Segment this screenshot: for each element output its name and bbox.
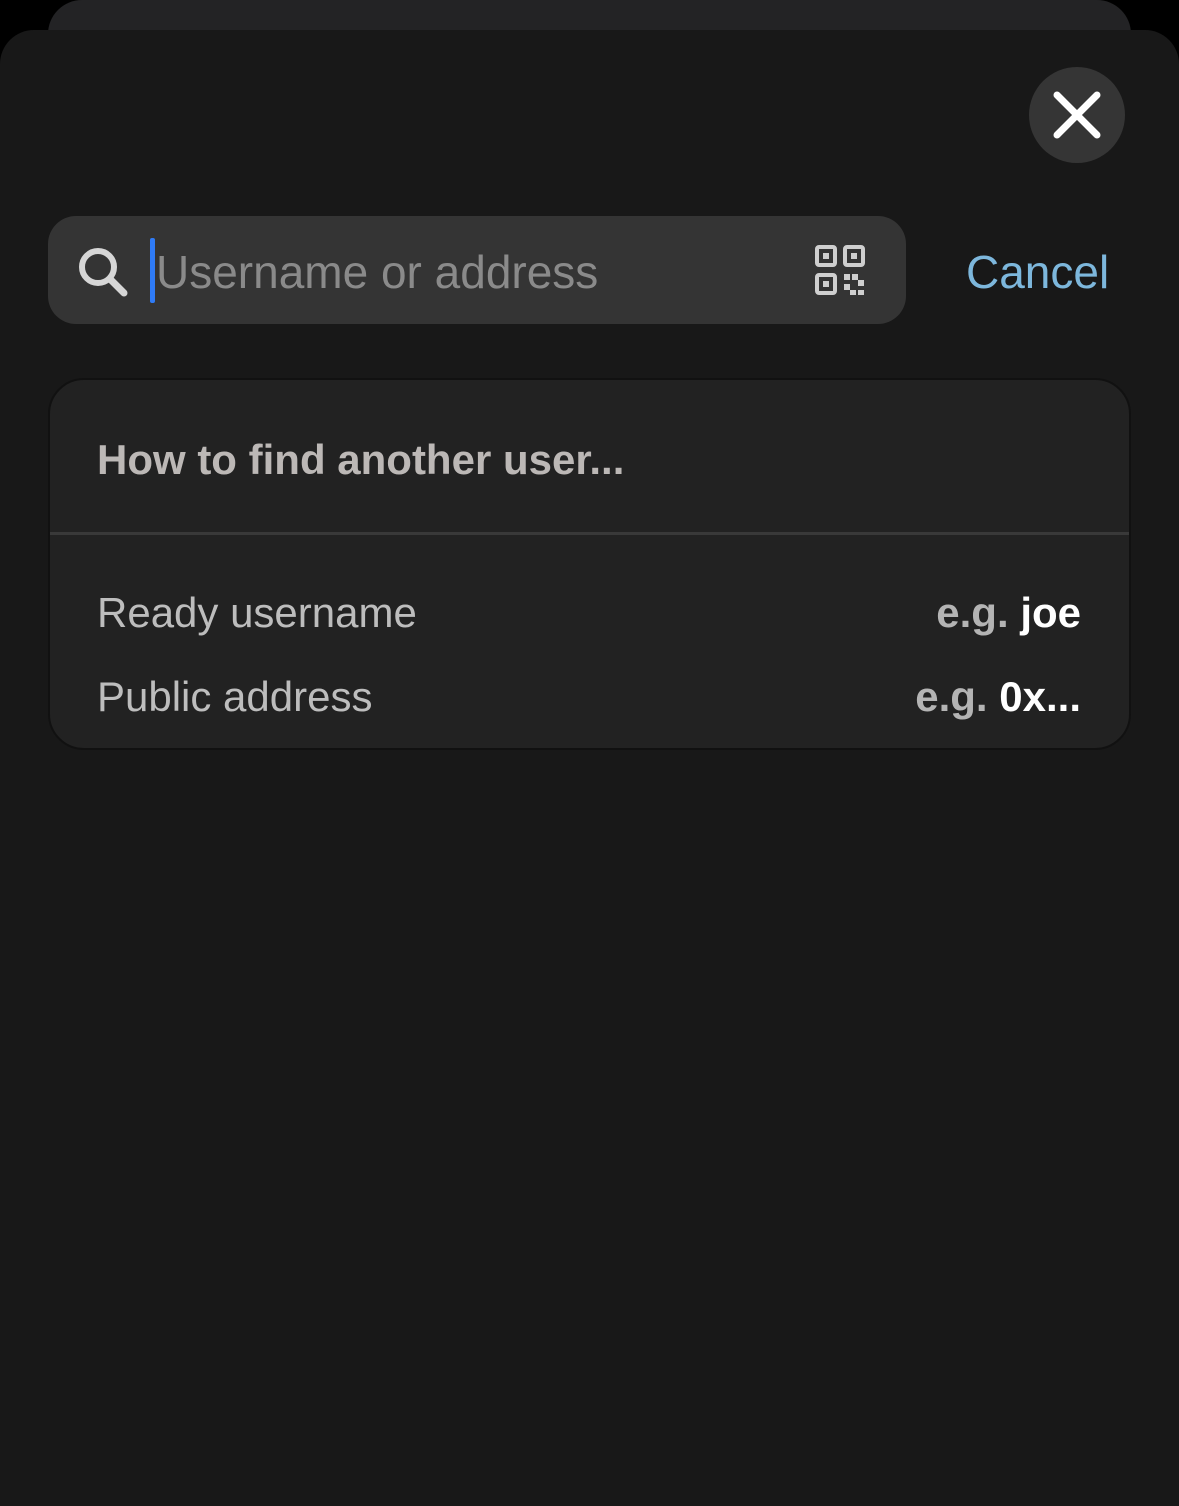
help-row-label-username: Ready username bbox=[97, 589, 417, 636]
text-cursor bbox=[150, 238, 155, 303]
close-button[interactable] bbox=[1029, 67, 1125, 163]
help-row-label-address: Public address bbox=[97, 673, 373, 720]
close-icon bbox=[1053, 91, 1101, 139]
help-row-example-username: e.g. joe bbox=[936, 585, 1081, 641]
help-card-title: How to find another user... bbox=[97, 436, 625, 483]
example-value: joe bbox=[1020, 589, 1081, 636]
search-input[interactable] bbox=[156, 232, 796, 312]
example-value: 0x... bbox=[999, 673, 1081, 720]
help-card-divider bbox=[50, 532, 1129, 535]
example-prefix: e.g. bbox=[936, 589, 1009, 636]
example-prefix: e.g. bbox=[915, 673, 988, 720]
qr-code-icon[interactable] bbox=[814, 244, 866, 296]
cancel-button[interactable]: Cancel bbox=[966, 242, 1109, 302]
help-row-example-address: e.g. 0x... bbox=[915, 669, 1081, 725]
search-icon bbox=[79, 248, 128, 297]
